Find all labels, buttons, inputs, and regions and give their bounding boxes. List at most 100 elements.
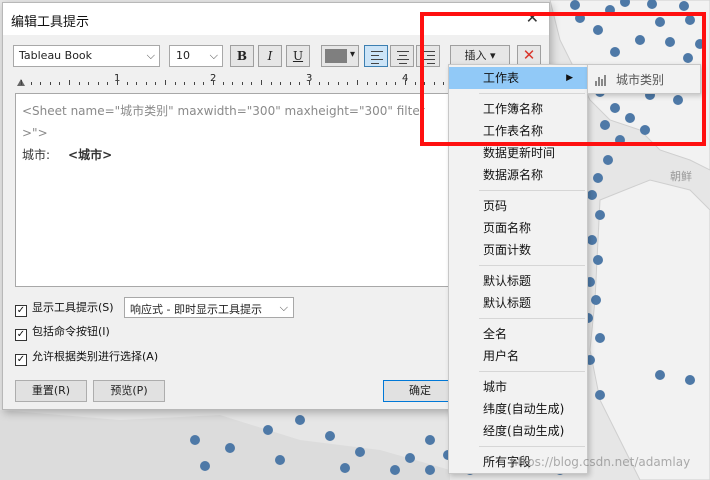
menu-item-page-count[interactable]: 页面计数 [449, 239, 587, 261]
city-dot[interactable] [593, 173, 603, 183]
city-dot[interactable] [295, 415, 305, 425]
city-dot[interactable] [673, 95, 683, 105]
preview-button[interactable]: 预览(P) [93, 380, 165, 402]
city-dot[interactable] [340, 463, 350, 473]
city-dot[interactable] [640, 125, 650, 135]
worksheet-submenu: 城市类别 [587, 64, 701, 94]
watermark-text: https://blog.csdn.net/adamlay [510, 455, 691, 469]
ruler-tick [280, 82, 282, 85]
chevron-down-icon: ⌵ [146, 49, 155, 62]
dialog-title-bar: 编辑工具提示 ✕ [3, 3, 549, 35]
menu-item-page-name[interactable]: 页面名称 [449, 217, 587, 239]
chevron-down-icon: ⌵ [209, 49, 218, 62]
city-dot[interactable] [390, 465, 400, 475]
allow-selection-option[interactable]: ✓ 允许根据类别进行选择(A) [15, 348, 158, 366]
menu-item-worksheet[interactable]: 工作表 ▶ [449, 67, 587, 89]
show-tooltip-option[interactable]: ✓ 显示工具提示(S) [15, 299, 114, 317]
city-dot[interactable] [595, 333, 605, 343]
ruler-tick [443, 82, 445, 85]
tooltip-mode-select[interactable]: 响应式 - 即时显示工具提示 ⌵ [124, 297, 294, 318]
align-center-button[interactable] [390, 45, 414, 67]
city-dot[interactable] [587, 190, 597, 200]
menu-item-sheet-name[interactable]: 工作表名称 [449, 120, 587, 142]
checkbox-checked-icon[interactable]: ✓ [15, 305, 27, 317]
city-dot[interactable] [591, 295, 601, 305]
city-dot[interactable] [190, 435, 200, 445]
reset-button[interactable]: 重置(R) [15, 380, 87, 402]
city-dot[interactable] [610, 47, 620, 57]
align-left-button[interactable] [364, 45, 388, 67]
ruler-tick [318, 82, 320, 85]
menu-item-latitude[interactable]: 纬度(自动生成) [449, 398, 587, 420]
menu-item-label: 工作表 [483, 71, 520, 85]
city-dot[interactable] [683, 53, 693, 63]
city-dot[interactable] [685, 375, 695, 385]
city-dot[interactable] [570, 0, 580, 10]
menu-item-user-name[interactable]: 用户名 [449, 345, 587, 367]
include-buttons-option[interactable]: ✓ 包括命令按钮(I) [15, 323, 110, 341]
city-dot[interactable] [593, 25, 603, 35]
ruler-tick [213, 80, 214, 85]
menu-item-full-name[interactable]: 全名 [449, 323, 587, 345]
city-dot[interactable] [600, 120, 610, 130]
insert-menu: 工作表 ▶ 工作簿名称 工作表名称 数据更新时间 数据源名称 页码 页面名称 页… [448, 64, 588, 474]
checkbox-checked-icon[interactable]: ✓ [15, 329, 27, 341]
bold-button[interactable]: B [230, 45, 254, 67]
city-dot[interactable] [665, 37, 675, 47]
text-color-button[interactable]: ▾ [321, 45, 359, 67]
ruler-tick [405, 80, 406, 85]
menu-item-city[interactable]: 城市 [449, 376, 587, 398]
city-dot[interactable] [605, 5, 615, 15]
field-token: <城市> [68, 148, 113, 162]
italic-button[interactable]: I [258, 45, 282, 67]
ok-button[interactable]: 确定 [383, 380, 457, 402]
underline-button[interactable]: U [286, 45, 310, 67]
close-icon[interactable]: ✕ [526, 8, 539, 27]
city-dot[interactable] [655, 370, 665, 380]
submenu-item-city-category[interactable]: 城市类别 [588, 69, 700, 91]
city-dot[interactable] [325, 431, 335, 441]
ruler-tick [289, 82, 291, 85]
city-dot[interactable] [575, 13, 585, 23]
ruler-tick [376, 82, 378, 85]
font-size-select[interactable]: 10 ⌵ [169, 45, 223, 67]
city-dot[interactable] [655, 17, 665, 27]
city-dot[interactable] [595, 390, 605, 400]
ruler-tick [174, 82, 176, 85]
city-dot[interactable] [595, 210, 605, 220]
city-dot[interactable] [695, 39, 705, 49]
city-dot[interactable] [405, 453, 415, 463]
align-right-button[interactable] [416, 45, 440, 67]
font-family-select[interactable]: Tableau Book ⌵ [13, 45, 160, 67]
ruler-tick [69, 80, 70, 85]
menu-item-data-update-time[interactable]: 数据更新时间 [449, 142, 587, 164]
city-dot[interactable] [587, 235, 597, 245]
menu-item-longitude[interactable]: 经度(自动生成) [449, 420, 587, 442]
menu-item-default-title[interactable]: 默认标题 [449, 270, 587, 292]
city-dot[interactable] [625, 113, 635, 123]
city-dot[interactable] [263, 425, 273, 435]
city-dot[interactable] [200, 461, 210, 471]
allow-selection-label: 允许根据类别进行选择(A) [32, 350, 159, 363]
city-dot[interactable] [355, 447, 365, 457]
ruler-tick [165, 80, 166, 85]
city-dot[interactable] [225, 443, 235, 453]
city-dot[interactable] [593, 255, 603, 265]
menu-item-page-number[interactable]: 页码 [449, 195, 587, 217]
city-dot[interactable] [679, 1, 689, 11]
city-dot[interactable] [685, 15, 695, 25]
city-dot[interactable] [610, 103, 620, 113]
city-dot[interactable] [615, 135, 625, 145]
ruler-tick [59, 82, 61, 85]
city-dot[interactable] [425, 435, 435, 445]
city-dot[interactable] [275, 455, 285, 465]
checkbox-checked-icon[interactable]: ✓ [15, 354, 27, 366]
menu-item-default-title-2[interactable]: 默认标题 [449, 292, 587, 314]
menu-item-data-source-name[interactable]: 数据源名称 [449, 164, 587, 186]
city-dot[interactable] [603, 155, 613, 165]
ruler-tick [357, 80, 358, 85]
ruler-tick [136, 82, 138, 85]
city-dot[interactable] [635, 35, 645, 45]
city-dot[interactable] [425, 465, 435, 475]
menu-item-workbook-name[interactable]: 工作簿名称 [449, 98, 587, 120]
